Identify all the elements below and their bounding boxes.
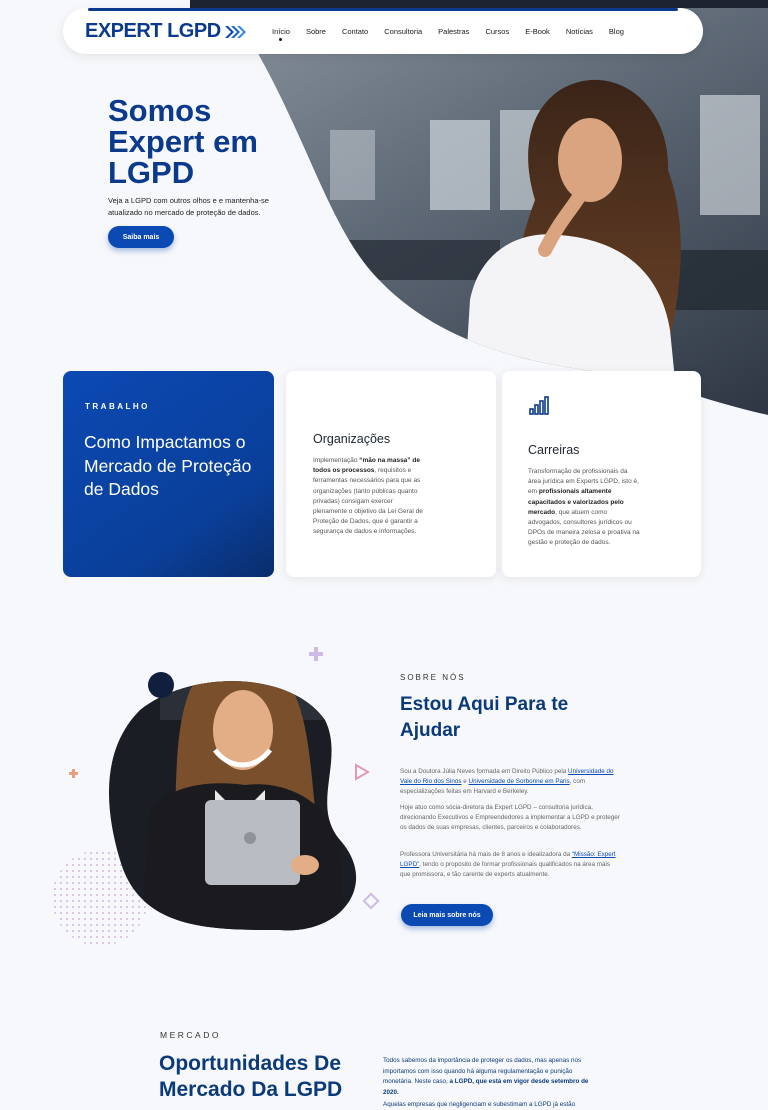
organizacoes-text: Implementação “mão na massa” de todos os… [313, 456, 425, 538]
about-title: Estou Aqui Para te Ajudar [400, 694, 569, 741]
about-text-part: e [461, 778, 469, 785]
market-paragraph-2: Aquelas empresas que negligenciam e sube… [383, 1101, 576, 1108]
small-plus-decoration [69, 769, 78, 778]
leia-mais-button[interactable]: Leia mais sobre nós [401, 904, 493, 926]
nav-item-palestras[interactable]: Palestras [438, 27, 469, 36]
nav-item-sobre[interactable]: Sobre [306, 27, 326, 36]
navbar: EXPERT LGPD Início Sobre Contato Consult… [63, 8, 703, 54]
chevrons-icon [224, 25, 246, 39]
hero-title-line-2: Expert em [108, 124, 258, 159]
organizacoes-text-part: Implementação [313, 457, 360, 464]
about-paragraph-3: Professora Universitária há mais de 8 an… [400, 850, 622, 880]
about-text-part: , tendo o propósito de formar profission… [400, 861, 611, 878]
about-kicker: SOBRE NÓS [400, 673, 466, 682]
plus-decoration [309, 647, 323, 661]
carreiras-title: Carreiras [528, 443, 580, 457]
intro-card-kicker: TRABALHO [85, 402, 150, 411]
bar-chart-icon [529, 396, 549, 415]
intro-card: TRABALHO Como Impactamos o Mercado de Pr… [63, 371, 274, 577]
nav-item-ebook[interactable]: E-Book [525, 27, 550, 36]
about-text-part: Professora Universitária há mais de 8 an… [400, 851, 572, 858]
triangle-decoration [355, 763, 370, 781]
nav-item-cursos[interactable]: Cursos [485, 27, 509, 36]
organizacoes-card: Organizações Implementação “mão na massa… [286, 371, 496, 577]
nav-item-consultoria[interactable]: Consultoria [384, 27, 422, 36]
nav-item-blog[interactable]: Blog [609, 27, 624, 36]
hero-subtitle: Veja a LGPD com outros olhos e e mantenh… [108, 196, 269, 217]
about-paragraph-1: Sou a Doutora Júlia Neves formada em Dir… [400, 767, 622, 797]
organizacoes-text-part: , requisitos e ferramentas necessários p… [313, 467, 423, 536]
hero-title-line-1: Somos [108, 93, 212, 128]
about-paragraph-2: Hoje atuo como sócia-diretora da Expert … [400, 804, 620, 831]
navbar-accent-line [88, 8, 678, 11]
logo[interactable]: EXPERT LGPD [85, 20, 246, 43]
dark-dot-decoration [148, 672, 174, 698]
hero-title: Somos Expert em LGPD [108, 95, 328, 188]
sorbonne-link[interactable]: Universidade de Sorbonne em Paris [469, 778, 570, 785]
nav-item-inicio[interactable]: Início [272, 27, 290, 41]
organizacoes-title: Organizações [313, 432, 391, 446]
carreiras-text: Transformação de profissionais da área j… [528, 467, 640, 549]
market-kicker: MERCADO [160, 1030, 221, 1040]
about-photo [52, 647, 380, 946]
carreiras-card: Carreiras Transformação de profissionais… [502, 371, 701, 577]
main-nav: Início Sobre Contato Consultoria Palestr… [272, 27, 640, 41]
nav-item-noticias[interactable]: Notícias [566, 27, 593, 36]
hero-title-line-3: LGPD [108, 155, 195, 190]
market-paragraph-1: Todos sabemos da importância de proteger… [383, 1056, 598, 1098]
intro-card-title: Como Impactamos o Mercado de Proteção de… [84, 432, 252, 499]
about-text-part: Sou a Doutora Júlia Neves formada em Dir… [400, 768, 569, 775]
logo-text: EXPERT LGPD [85, 20, 221, 42]
market-title: Oportunidades De Mercado Da LGPD [159, 1052, 343, 1101]
nav-item-contato[interactable]: Contato [342, 27, 368, 36]
saiba-mais-button[interactable]: Saiba mais [108, 226, 174, 248]
diamond-decoration [362, 892, 380, 910]
top-dark-strip [190, 0, 768, 8]
